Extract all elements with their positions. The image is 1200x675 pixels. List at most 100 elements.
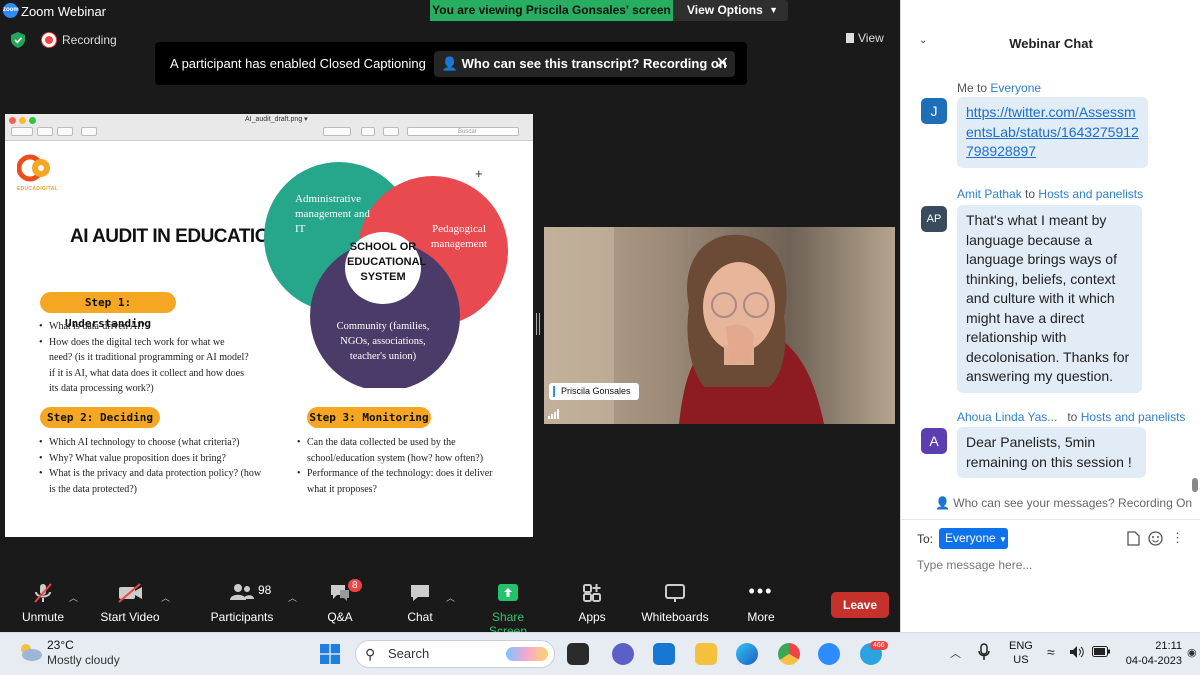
view-options-button[interactable]: View Options ▼ <box>673 0 788 21</box>
mac-minimize-icon <box>19 117 26 124</box>
chat-caret-icon[interactable]: ︿ <box>446 591 455 604</box>
whiteboards-button[interactable]: Whiteboards <box>640 582 710 624</box>
clock-time: 21:11 <box>1155 640 1182 652</box>
to-label: To: <box>917 532 934 546</box>
apps-button[interactable]: Apps <box>576 582 608 624</box>
step3-label: Step 3: Monitoring <box>307 407 431 428</box>
recipient-select-value: Everyone <box>945 531 996 545</box>
webinar-chat-panel: ⌄ Webinar Chat Me to Everyone J https://… <box>900 0 1200 632</box>
qa-label: Q&A <box>327 610 353 624</box>
avatar: AP <box>921 206 947 232</box>
list-item: How does the digital tech work for what … <box>39 335 249 397</box>
battery-icon[interactable] <box>1092 646 1110 657</box>
teams-icon[interactable] <box>612 643 634 665</box>
rotate-icon <box>361 127 375 136</box>
recording-label: Recording <box>62 33 117 47</box>
security-shield-icon[interactable] <box>11 32 25 48</box>
zoom-in-icon <box>57 127 73 136</box>
whiteboard-icon <box>665 584 685 602</box>
language-indicator[interactable]: ENG US <box>1009 639 1033 667</box>
divider <box>901 519 1200 520</box>
chat-message: Dear Panelists, 5min remaining on this s… <box>957 427 1146 478</box>
shared-screen: AI_audit_draft.png ▾ Buscar EDUCADIGITAL… <box>5 114 533 537</box>
weather-cloudy-icon[interactable] <box>17 642 43 662</box>
apps-icon <box>583 584 601 602</box>
more-label: More <box>747 610 775 624</box>
recipient-name[interactable]: Hosts and panelists <box>1081 410 1186 424</box>
annotate-icon <box>383 127 399 136</box>
split-drag-handle[interactable] <box>536 313 540 335</box>
mail-icon[interactable] <box>653 643 675 665</box>
caption-banner: A participant has enabled Closed Caption… <box>155 42 747 85</box>
file-explorer-icon[interactable] <box>695 643 717 665</box>
apps-label: Apps <box>578 610 606 624</box>
unmute-button[interactable]: Unmute <box>18 582 68 624</box>
chat-title: Webinar Chat <box>1009 36 1093 51</box>
zoom-out-icon <box>37 127 53 136</box>
chat-header: ⌄ Webinar Chat <box>901 22 1200 62</box>
search-highlight-icon <box>506 647 548 661</box>
chrome-icon[interactable] <box>778 643 800 665</box>
microphone-icon[interactable] <box>977 643 991 661</box>
chat-sender-line: Amit Pathak to Hosts and panelists <box>957 187 1143 201</box>
mac-close-icon <box>9 117 16 124</box>
close-icon[interactable]: ✕ <box>716 53 729 73</box>
recipient-name[interactable]: Everyone <box>990 81 1041 95</box>
taskbar-search[interactable]: ⚲ Search <box>355 640 555 668</box>
video-off-icon <box>118 583 142 603</box>
file-attach-icon[interactable] <box>1127 531 1140 546</box>
list-item: Which AI technology to choose (what crit… <box>39 435 267 451</box>
mac-zoom-icon <box>29 117 36 124</box>
participants-button[interactable]: 98 Participants <box>209 582 275 624</box>
edge-icon[interactable] <box>736 643 758 665</box>
region-code: US <box>1013 654 1029 666</box>
notification-icon[interactable]: ◉ <box>1187 646 1197 659</box>
person-lock-icon: 👤 <box>441 55 459 71</box>
chat-scroll-thumb[interactable] <box>1192 478 1198 492</box>
more-button[interactable]: ••• More <box>744 582 778 624</box>
zoom-logo-icon: zoom <box>3 3 19 18</box>
weather-description[interactable]: Mostly cloudy <box>47 653 120 667</box>
view-button[interactable]: View <box>846 31 884 45</box>
message-visibility-notice[interactable]: 👤 Who can see your messages? Recording O… <box>935 496 1192 510</box>
taskbar-search-label: Search <box>388 646 430 661</box>
leave-button[interactable]: Leave <box>831 592 889 618</box>
windows-start-icon[interactable] <box>320 644 340 664</box>
qa-button[interactable]: 8 Q&A <box>323 579 362 624</box>
unmute-label: Unmute <box>21 610 65 624</box>
sender-name[interactable]: Amit Pathak <box>957 187 1022 201</box>
wifi-icon[interactable]: ≈ <box>1047 644 1055 660</box>
chat-link[interactable]: https://twitter.com/AssessmentsLab/statu… <box>957 97 1148 168</box>
mic-muted-icon <box>34 583 52 603</box>
chat-message-input[interactable]: Type message here... <box>917 558 1032 572</box>
audio-options-caret-icon[interactable]: ︿ <box>69 591 78 604</box>
logo-text: EDUCADIGITAL <box>17 186 59 192</box>
view-icon <box>846 33 854 43</box>
volume-icon[interactable] <box>1069 645 1085 659</box>
more-options-icon[interactable]: ⋮ <box>1171 530 1184 546</box>
zoom-taskbar-icon[interactable] <box>818 643 840 665</box>
chevron-down-icon: ▼ <box>999 535 1007 544</box>
system-clock[interactable]: 21:11 04-04-2023 <box>1120 639 1182 669</box>
chat-button[interactable]: Chat <box>403 582 437 624</box>
start-video-button[interactable]: Start Video <box>100 582 160 624</box>
share-banner: You are viewing Priscila Gonsales' scree… <box>430 0 788 21</box>
recipient-name[interactable]: Hosts and panelists <box>1038 187 1143 201</box>
task-view-icon[interactable] <box>567 643 589 665</box>
weather-temperature[interactable]: 23°C <box>47 638 74 652</box>
participants-caret-icon[interactable]: ︿ <box>288 591 297 604</box>
transcript-visibility-label: Who can see this transcript? Recording o… <box>461 55 727 71</box>
share-screen-button[interactable]: Share Screen <box>473 582 543 638</box>
chevron-up-icon[interactable]: ︿ <box>950 645 961 661</box>
transcript-visibility-button[interactable]: 👤 Who can see this transcript? Recording… <box>433 50 735 77</box>
emoji-icon[interactable] <box>1148 531 1163 546</box>
chat-scrollbar[interactable] <box>1193 62 1199 494</box>
share-screen-icon <box>498 584 518 601</box>
video-options-caret-icon[interactable]: ︿ <box>161 591 170 604</box>
participant-name-tag: Priscila Gonsales <box>549 383 639 400</box>
sender-name: Me <box>957 81 974 95</box>
window-title: Zoom Webinar <box>21 4 107 19</box>
recipient-select[interactable]: Everyone ▼ <box>939 528 1008 549</box>
clock-date: 04-04-2023 <box>1125 655 1182 667</box>
sender-name[interactable]: Ahoua Linda Yas... <box>957 410 1057 424</box>
